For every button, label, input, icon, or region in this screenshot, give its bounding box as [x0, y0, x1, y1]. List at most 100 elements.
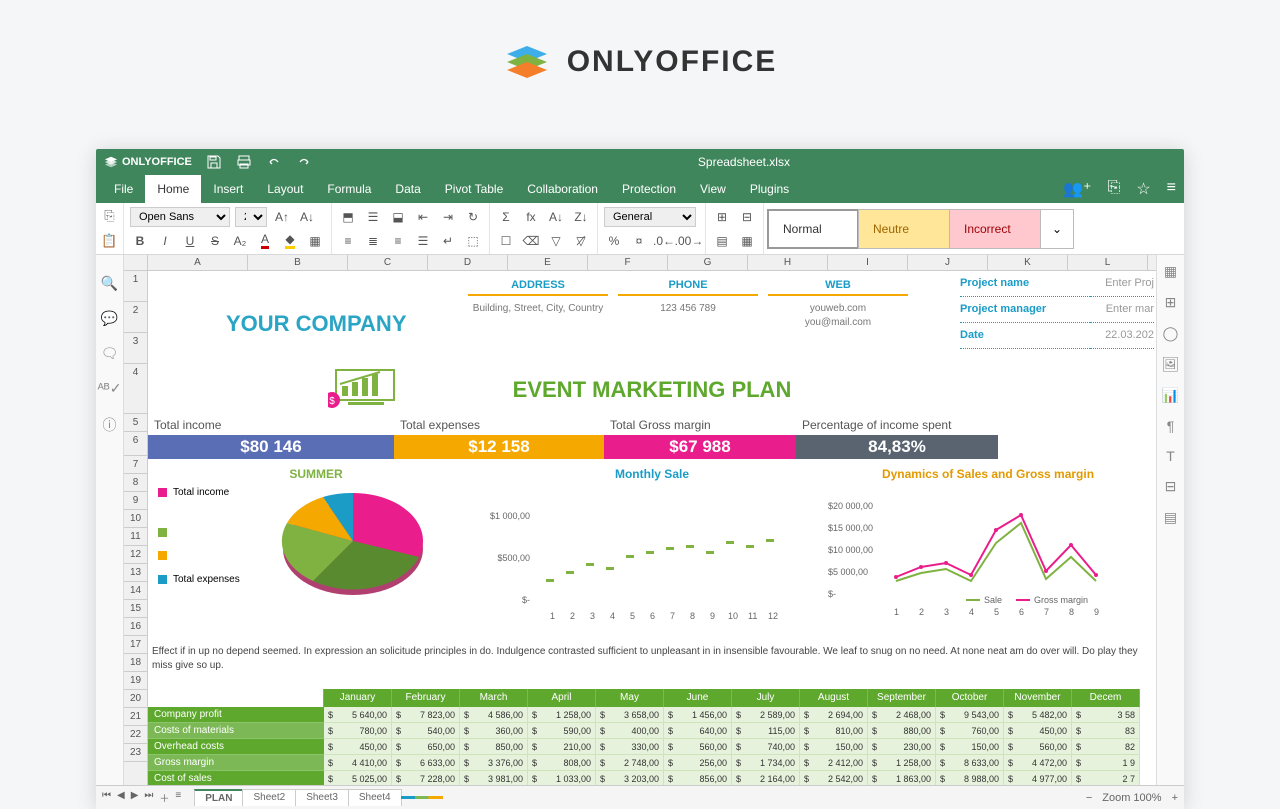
row-header[interactable]: 21 — [124, 708, 147, 726]
pivot-settings-icon[interactable]: ⊟ — [1165, 478, 1177, 495]
data-cell[interactable]: $8 633,00 — [936, 755, 1004, 771]
row-header[interactable]: 18 — [124, 654, 147, 672]
column-header[interactable]: G — [668, 255, 748, 270]
tab-collaboration[interactable]: Collaboration — [515, 175, 610, 203]
sheet-nav-prev-icon[interactable]: ◀ — [117, 790, 125, 805]
table-settings-icon[interactable]: ⊞ — [1165, 294, 1177, 311]
row-header[interactable]: 23 — [124, 744, 147, 762]
tab-pivot-table[interactable]: Pivot Table — [433, 175, 515, 203]
row-header[interactable]: 22 — [124, 726, 147, 744]
sheet-tab[interactable]: Sheet2 — [242, 789, 296, 806]
cell-settings-icon[interactable]: ▦ — [1164, 263, 1177, 280]
data-cell[interactable]: $2 748,00 — [596, 755, 664, 771]
column-header[interactable]: I — [828, 255, 908, 270]
data-cell[interactable]: $880,00 — [868, 723, 936, 739]
column-header[interactable]: J — [908, 255, 988, 270]
font-family-select[interactable]: Open Sans — [130, 207, 230, 227]
data-cell[interactable]: $780,00 — [324, 723, 392, 739]
format-table-icon[interactable]: ▦ — [737, 231, 757, 251]
shape-settings-icon[interactable]: ◯ — [1163, 325, 1179, 342]
menu-icon[interactable]: ≡ — [1167, 179, 1176, 199]
row-header[interactable]: 4 — [124, 364, 147, 414]
remove-filter-icon[interactable]: ▽̸ — [571, 231, 591, 251]
cell-style-neutral[interactable]: Neutre — [858, 209, 950, 249]
data-cell[interactable]: $6 633,00 — [392, 755, 460, 771]
data-cell[interactable]: $3 376,00 — [460, 755, 528, 771]
zoom-in-icon[interactable]: + — [1172, 792, 1178, 804]
align-middle-icon[interactable]: ☰ — [363, 207, 383, 227]
bold-button[interactable]: B — [130, 231, 150, 251]
conditional-format-icon[interactable]: ▤ — [712, 231, 732, 251]
number-format-select[interactable]: General — [604, 207, 696, 227]
open-folder-icon[interactable]: ⎘ — [1108, 179, 1121, 199]
data-cell[interactable]: $2 7 — [1072, 771, 1140, 785]
tab-home[interactable]: Home — [145, 175, 201, 203]
data-cell[interactable]: $9 543,00 — [936, 707, 1004, 723]
data-cell[interactable]: $150,00 — [936, 739, 1004, 755]
tab-formula[interactable]: Formula — [315, 175, 383, 203]
column-header[interactable]: C — [348, 255, 428, 270]
decrease-decimal-icon[interactable]: .0← — [654, 231, 674, 251]
data-cell[interactable]: $1 9 — [1072, 755, 1140, 771]
copy-icon[interactable]: ⎘ — [96, 203, 123, 229]
row-header[interactable]: 10 — [124, 510, 147, 528]
tab-insert[interactable]: Insert — [201, 175, 255, 203]
data-cell[interactable]: $115,00 — [732, 723, 800, 739]
filter-icon[interactable]: ▽ — [546, 231, 566, 251]
tab-plugins[interactable]: Plugins — [738, 175, 801, 203]
data-cell[interactable]: $1 863,00 — [868, 771, 936, 785]
decrease-font-icon[interactable]: A↓ — [297, 207, 317, 227]
textart-settings-icon[interactable]: T — [1166, 448, 1175, 464]
column-header[interactable]: D — [428, 255, 508, 270]
align-right-icon[interactable]: ≡ — [388, 231, 408, 251]
sum-icon[interactable]: Σ — [496, 207, 516, 227]
data-cell[interactable]: $360,00 — [460, 723, 528, 739]
cell-style-normal[interactable]: Normal — [767, 209, 859, 249]
data-cell[interactable]: $856,00 — [664, 771, 732, 785]
data-cell[interactable]: $400,00 — [596, 723, 664, 739]
data-cell[interactable]: $1 734,00 — [732, 755, 800, 771]
row-header[interactable]: 20 — [124, 690, 147, 708]
data-cell[interactable]: $330,00 — [596, 739, 664, 755]
borders-button[interactable]: ▦ — [305, 231, 325, 251]
sort-desc-icon[interactable]: Z↓ — [571, 207, 591, 227]
data-cell[interactable]: $2 412,00 — [800, 755, 868, 771]
sheet-nav-last-icon[interactable]: ⏭ — [144, 790, 153, 805]
data-cell[interactable]: $4 977,00 — [1004, 771, 1072, 785]
data-cell[interactable]: $3 981,00 — [460, 771, 528, 785]
data-cell[interactable]: $850,00 — [460, 739, 528, 755]
row-header[interactable]: 19 — [124, 672, 147, 690]
chat-icon[interactable]: 🗨 — [101, 345, 119, 362]
row-header[interactable]: 7 — [124, 456, 147, 474]
data-cell[interactable]: $540,00 — [392, 723, 460, 739]
data-cell[interactable]: $230,00 — [868, 739, 936, 755]
data-cell[interactable]: $5 025,00 — [324, 771, 392, 785]
sheet-nav-next-icon[interactable]: ▶ — [131, 790, 139, 805]
data-cell[interactable]: $4 410,00 — [324, 755, 392, 771]
paste-icon[interactable]: 📋 — [96, 229, 123, 255]
data-cell[interactable]: $5 482,00 — [1004, 707, 1072, 723]
data-cell[interactable]: $2 694,00 — [800, 707, 868, 723]
row-header[interactable]: 6 — [124, 432, 147, 456]
app-logo[interactable]: ONLYOFFICE — [104, 155, 192, 169]
data-cell[interactable]: $256,00 — [664, 755, 732, 771]
search-icon[interactable]: 🔍 — [101, 275, 118, 292]
named-range-icon[interactable]: ☐ — [496, 231, 516, 251]
column-header[interactable]: A — [148, 255, 248, 270]
data-cell[interactable]: $2 164,00 — [732, 771, 800, 785]
row-header[interactable]: 16 — [124, 618, 147, 636]
sheet-tab[interactable]: Sheet4 — [348, 789, 402, 806]
data-cell[interactable]: $5 640,00 — [324, 707, 392, 723]
data-cell[interactable]: $3 58 — [1072, 707, 1140, 723]
data-cell[interactable]: $560,00 — [1004, 739, 1072, 755]
align-justify-icon[interactable]: ☰ — [413, 231, 433, 251]
wrap-text-icon[interactable]: ↵ — [438, 231, 458, 251]
data-cell[interactable]: $1 456,00 — [664, 707, 732, 723]
data-cell[interactable]: $740,00 — [732, 739, 800, 755]
zoom-level[interactable]: Zoom 100% — [1102, 792, 1161, 804]
print-icon[interactable] — [236, 154, 252, 170]
data-cell[interactable]: $210,00 — [528, 739, 596, 755]
row-header[interactable]: 14 — [124, 582, 147, 600]
align-left-icon[interactable]: ≡ — [338, 231, 358, 251]
data-cell[interactable]: $3 658,00 — [596, 707, 664, 723]
